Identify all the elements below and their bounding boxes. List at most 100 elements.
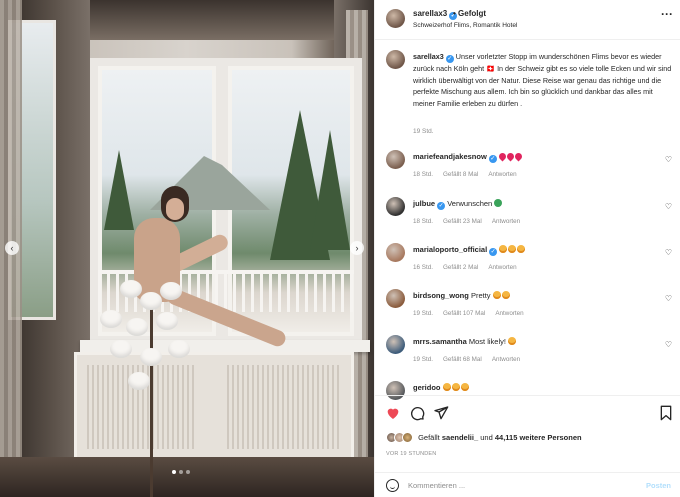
post-side-panel: sarellax3 ✓ • Gefolgt Schweizerhof Flims,…	[374, 0, 680, 497]
likes-middle: und	[480, 433, 493, 442]
instagram-post-modal: ‹ › sarellax3 ✓ • Gefolgt Schweizerhof Fl…	[0, 0, 680, 497]
commenter-username[interactable]: geridoo	[413, 383, 441, 392]
comment-like-count[interactable]: Gefällt 23 Mal	[443, 218, 482, 225]
comment-reply-button[interactable]: Antworten	[488, 171, 516, 178]
comment-reply-button[interactable]: Antworten	[495, 310, 523, 317]
emoji-icon	[501, 291, 510, 299]
heart-icon[interactable]: ♡	[665, 248, 672, 257]
photo-orchid-stem	[150, 300, 153, 497]
comment-input[interactable]	[408, 478, 628, 493]
photo-person-face	[166, 198, 184, 220]
post-comment-button[interactable]: Posten	[646, 481, 671, 490]
carousel-dot	[186, 470, 190, 474]
post-location[interactable]: Schweizerhof Flims, Romantik Hotel	[413, 22, 517, 29]
comment-line: birdsong_wong Pretty	[413, 291, 511, 300]
chevron-right-icon: ›	[355, 243, 359, 253]
liker-avatar	[402, 432, 413, 443]
heart-icon[interactable]: ♡	[665, 294, 672, 303]
commenter-avatar[interactable]	[386, 197, 405, 216]
heart-icon[interactable]: ♡	[665, 155, 672, 164]
commenter-username[interactable]: julbue	[413, 199, 435, 208]
commenter-avatar[interactable]	[386, 335, 405, 354]
caption-author-avatar[interactable]	[386, 50, 405, 69]
comment-reply-button[interactable]: Antworten	[488, 264, 516, 271]
comment-timestamp[interactable]: 18 Std.	[413, 171, 433, 178]
comment-meta: 18 Std. Gefällt 8 Mal Antworten	[413, 171, 527, 178]
comment-composer: Posten	[375, 472, 680, 497]
comment-row: birdsong_wong Pretty 19 Std. Gefällt 107 …	[386, 288, 676, 328]
likes-summary: Gefällt saendelii_ und 44,115 weitere Pe…	[386, 432, 676, 446]
likes-prefix: Gefällt	[418, 433, 440, 442]
photo-orchid-petal	[126, 318, 148, 336]
heart-icon[interactable]: ♡	[665, 202, 672, 211]
commenter-avatar[interactable]	[386, 150, 405, 169]
previous-photo-button[interactable]: ‹	[5, 241, 19, 255]
comment-line: mariefeandjakesnow ✓	[413, 151, 524, 163]
comment-meta: 16 Std. Gefällt 2 Mal Antworten	[413, 264, 527, 271]
commenter-username[interactable]: marialoporto_official	[413, 245, 487, 254]
photo-orchid-petal	[128, 372, 150, 390]
author-username-text[interactable]: sarellax3	[413, 9, 447, 18]
comment-text: Most likely!	[468, 337, 506, 346]
comment-like-count[interactable]: Gefällt 68 Mal	[443, 356, 482, 363]
emoji-icon	[517, 245, 526, 253]
photo-floor	[0, 457, 374, 497]
likes-first-user[interactable]: saendelii_	[442, 433, 478, 442]
comment-timestamp[interactable]: 16 Std.	[413, 264, 433, 271]
emoji-icon	[508, 337, 517, 345]
comment-line: julbue ✓ Verwunschen	[413, 199, 503, 210]
follow-status[interactable]: • Gefolgt	[453, 9, 486, 18]
next-photo-button[interactable]: ›	[350, 241, 364, 255]
author-avatar[interactable]	[386, 9, 405, 28]
likes-count[interactable]: 44,115 weitere Personen	[495, 433, 582, 442]
comment-meta: 19 Std. Gefällt 68 Mal Antworten	[413, 356, 530, 363]
post-photo[interactable]: ‹ ›	[0, 0, 374, 497]
emoji-icon	[513, 151, 524, 162]
author-username[interactable]: sarellax3 ✓	[413, 9, 458, 20]
commenter-avatar[interactable]	[386, 289, 405, 308]
verified-badge-icon: ✓	[489, 248, 498, 256]
comment-like-count[interactable]: Gefällt 2 Mal	[443, 264, 478, 271]
comment-line: mrrs.samantha Most likely!	[413, 337, 517, 346]
comment-like-count[interactable]: Gefällt 8 Mal	[443, 171, 478, 178]
save-icon[interactable]	[658, 405, 674, 421]
comment-icon[interactable]	[409, 405, 425, 421]
comment-timestamp[interactable]: 19 Std.	[413, 356, 433, 363]
commenter-username[interactable]: mariefeandjakesnow	[413, 152, 487, 161]
photo-orchid-petal	[120, 280, 142, 298]
photo-orchid-petal	[156, 312, 178, 330]
caption-author-username[interactable]: sarellax3	[413, 52, 444, 61]
photo-orchid-petal	[100, 310, 122, 328]
more-options-icon[interactable]: ···	[661, 8, 673, 20]
like-icon[interactable]	[385, 405, 401, 421]
photo-orchid-petal	[140, 292, 162, 310]
photo-orchid-petal	[140, 348, 162, 366]
commenter-username[interactable]: mrrs.samantha	[413, 337, 467, 346]
commenter-avatar[interactable]	[386, 243, 405, 262]
comment-line: marialoporto_official ✓	[413, 245, 526, 256]
emoji-icon	[492, 291, 501, 299]
comment-timestamp[interactable]: 18 Std.	[413, 218, 433, 225]
comment-reply-button[interactable]: Antworten	[492, 356, 520, 363]
caption-text: sarellax3 ✓ Unser vorletzter Stopp im wun…	[413, 51, 675, 109]
emoji-icon[interactable]	[386, 479, 399, 492]
commenter-username[interactable]: birdsong_wong	[413, 291, 469, 300]
post-age[interactable]: VOR 19 STUNDEN	[386, 451, 436, 457]
comment-like-count[interactable]: Gefällt 107 Mal	[443, 310, 485, 317]
comment-reply-button[interactable]: Antworten	[492, 218, 520, 225]
comment-meta: 19 Std. Gefällt 107 Mal Antworten	[413, 310, 534, 317]
comment-row: julbue ✓ Verwunschen 18 Std. Gefällt 23 Ma…	[386, 196, 676, 236]
share-icon[interactable]	[433, 405, 449, 421]
caption-timestamp[interactable]: 19 Std.	[413, 128, 434, 135]
heart-icon[interactable]: ♡	[665, 340, 672, 349]
emoji-icon	[451, 383, 460, 391]
comment-text: Pretty	[470, 291, 491, 300]
chevron-left-icon: ‹	[10, 243, 14, 253]
carousel-indicator	[172, 470, 190, 474]
emoji-icon	[442, 383, 451, 391]
comment-text: Verwunschen	[447, 199, 493, 208]
comment-row: marialoporto_official ✓ 16 Std. Gefällt 2 …	[386, 242, 676, 282]
comment-timestamp[interactable]: 19 Std.	[413, 310, 433, 317]
photo-radiator-grill	[227, 365, 342, 449]
verified-badge-icon: ✓	[488, 155, 497, 163]
